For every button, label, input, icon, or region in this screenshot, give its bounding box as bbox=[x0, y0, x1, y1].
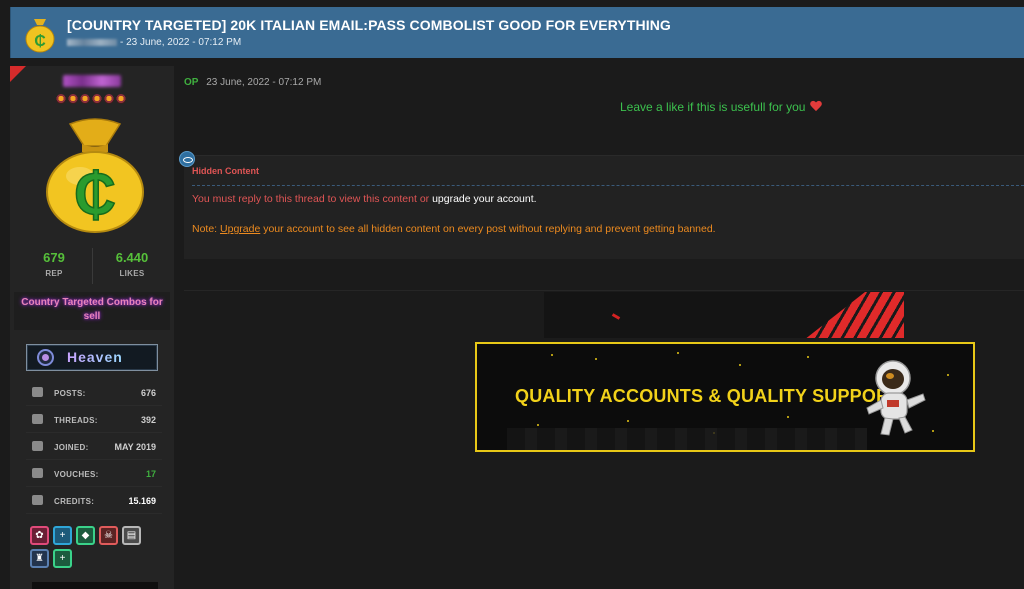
upgrade-note: Note: Upgrade your account to see all hi… bbox=[192, 223, 716, 235]
divider bbox=[92, 248, 93, 284]
stat-label: POSTS: bbox=[54, 389, 86, 398]
svg-text:₵: ₵ bbox=[34, 33, 46, 50]
sparkle bbox=[947, 374, 949, 376]
sparkle bbox=[551, 354, 553, 356]
calendar-icon bbox=[32, 441, 43, 451]
banner-ground bbox=[507, 428, 867, 450]
stat-row-posts: POSTS: 676 bbox=[26, 379, 162, 406]
hidden-content-title: Hidden Content bbox=[192, 166, 259, 176]
stat-row-credits: CREDITS: 15.169 bbox=[26, 487, 162, 514]
divider bbox=[192, 185, 1024, 186]
heaven-gear-icon bbox=[37, 349, 54, 366]
award-icons: ✿ + ◆ ☠ ▤ ♜ + bbox=[30, 526, 160, 568]
post-date[interactable]: 23 June, 2022 - 07:12 PM bbox=[206, 77, 321, 88]
stat-value[interactable]: 676 bbox=[141, 388, 156, 398]
note-prefix: Note: bbox=[192, 223, 221, 235]
signature-banner[interactable]: QUALITY ACCOUNTS & QUALITY SUPPORT bbox=[475, 342, 975, 452]
user-stats: POSTS: 676 THREADS: 392 JOINED: MAY 2019… bbox=[26, 379, 162, 514]
svg-text:₵: ₵ bbox=[74, 162, 116, 227]
avatar[interactable]: ₵ bbox=[40, 116, 150, 234]
rep-likes-block: 679 REP 6.440 LIKES bbox=[10, 248, 174, 288]
banner-text: QUALITY ACCOUNTS & QUALITY SUPPORT bbox=[515, 386, 901, 406]
stat-row-joined: JOINED: MAY 2019 bbox=[26, 433, 162, 460]
stat-value: MAY 2019 bbox=[114, 442, 156, 452]
thumbs-up-icon bbox=[32, 468, 43, 478]
stat-label: VOUCHES: bbox=[54, 470, 99, 479]
post-meta: OP 23 June, 2022 - 07:12 PM bbox=[184, 77, 321, 88]
money-bag-icon: ₵ bbox=[25, 19, 55, 53]
note-text: your account to see all hidden content o… bbox=[260, 223, 716, 235]
op-tag: OP bbox=[184, 77, 199, 88]
sidebar-bottom-strip bbox=[32, 582, 158, 589]
posts-icon bbox=[32, 387, 43, 397]
rep-label: REP bbox=[45, 269, 63, 278]
hidden-content-box: Hidden Content You must reply to this th… bbox=[179, 151, 1024, 259]
stat-value[interactable]: 17 bbox=[146, 469, 156, 479]
stat-label: THREADS: bbox=[54, 416, 98, 425]
stat-row-threads: THREADS: 392 bbox=[26, 406, 162, 433]
star-icon bbox=[80, 94, 90, 104]
sparkle bbox=[787, 416, 789, 418]
thread-title: [COUNTRY TARGETED] 20K ITALIAN EMAIL:PAS… bbox=[67, 17, 671, 33]
stat-label: JOINED: bbox=[54, 443, 89, 452]
thread-meta: - 23 June, 2022 - 07:12 PM bbox=[67, 37, 241, 48]
sparkle bbox=[739, 364, 741, 366]
stat-value[interactable]: 392 bbox=[141, 415, 156, 425]
heart-icon bbox=[810, 101, 822, 112]
astronaut-icon bbox=[866, 360, 926, 436]
red-mark bbox=[611, 313, 621, 320]
sparkle bbox=[627, 420, 629, 422]
corner-flag bbox=[10, 66, 26, 82]
likes-label: LIKES bbox=[119, 269, 145, 278]
heaven-badge-label: Heaven bbox=[67, 349, 123, 365]
award-flower-icon[interactable]: ✿ bbox=[30, 526, 49, 545]
rank-stars bbox=[56, 94, 126, 104]
stat-row-vouches: VOUCHES: 17 bbox=[26, 460, 162, 487]
like-request-text: Leave a like if this is usefull for you bbox=[620, 100, 806, 114]
sparkle bbox=[807, 356, 809, 358]
user-sidebar: ₵ 679 REP 6.440 LIKES Country Targeted C… bbox=[10, 66, 174, 589]
stat-label: CREDITS: bbox=[54, 497, 95, 506]
award-plus-icon[interactable]: + bbox=[53, 526, 72, 545]
thread-date: - 23 June, 2022 - 07:12 PM bbox=[120, 37, 242, 48]
star-icon bbox=[56, 94, 66, 104]
hidden-content-message: You must reply to this thread to view th… bbox=[192, 193, 537, 205]
award-plus-icon[interactable]: + bbox=[53, 549, 72, 568]
star-icon bbox=[116, 94, 126, 104]
star-icon bbox=[68, 94, 78, 104]
credits-icon bbox=[32, 495, 43, 505]
sparkle bbox=[677, 352, 679, 354]
author-name-redacted[interactable] bbox=[67, 38, 117, 46]
like-request: Leave a like if this is usefull for you bbox=[620, 100, 822, 114]
threads-icon bbox=[32, 414, 43, 424]
post-separator bbox=[184, 290, 1024, 291]
sparkle bbox=[595, 358, 597, 360]
red-stripes-graphic bbox=[806, 292, 904, 338]
eye-slash-icon bbox=[179, 151, 195, 167]
user-title: Country Targeted Combos for sell bbox=[14, 292, 170, 330]
award-box-icon[interactable]: ▤ bbox=[122, 526, 141, 545]
signature-banner-top[interactable] bbox=[544, 292, 904, 338]
star-icon bbox=[92, 94, 102, 104]
upgrade-account-link[interactable]: upgrade your account. bbox=[432, 193, 537, 205]
thread-header: ₵ [COUNTRY TARGETED] 20K ITALIAN EMAIL:P… bbox=[10, 7, 1024, 58]
star-icon bbox=[104, 94, 114, 104]
rep-value[interactable]: 679 bbox=[19, 250, 89, 265]
stat-value: 15.169 bbox=[128, 496, 156, 506]
hidden-message-text: You must reply to this thread to view th… bbox=[192, 193, 433, 205]
sparkle bbox=[537, 424, 539, 426]
award-diamond-icon[interactable]: ◆ bbox=[76, 526, 95, 545]
likes-value[interactable]: 6.440 bbox=[97, 250, 167, 265]
award-skull-icon[interactable]: ☠ bbox=[99, 526, 118, 545]
award-trophy-icon[interactable]: ♜ bbox=[30, 549, 49, 568]
username-redacted[interactable] bbox=[63, 75, 121, 87]
heaven-badge[interactable]: Heaven bbox=[26, 344, 158, 371]
upgrade-link[interactable]: Upgrade bbox=[220, 223, 260, 235]
